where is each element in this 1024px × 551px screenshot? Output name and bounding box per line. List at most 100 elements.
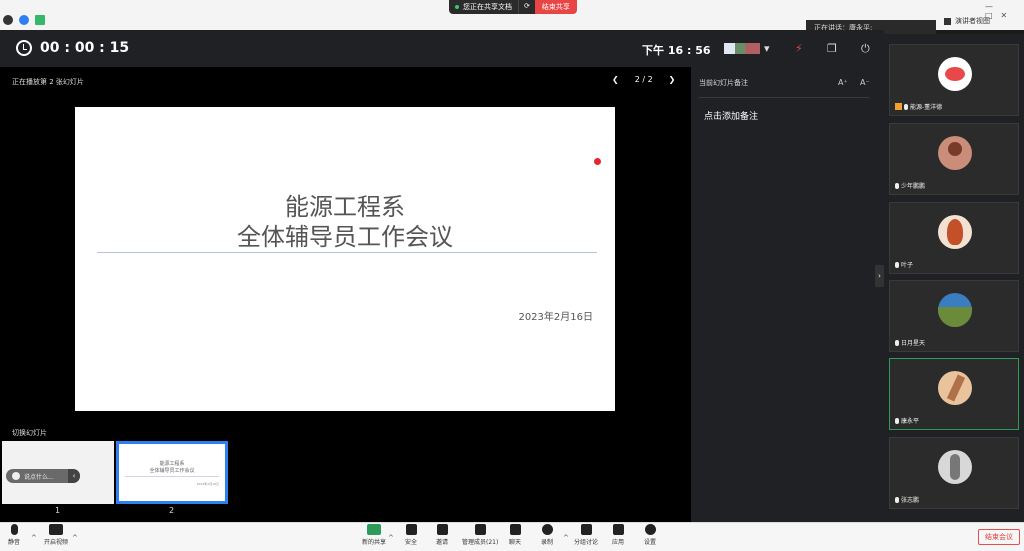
mic-muted-icon: [895, 182, 899, 189]
slide-divider: [97, 252, 597, 253]
shield-icon[interactable]: [19, 15, 29, 25]
breakout-icon: [580, 524, 592, 535]
thumb-number-1: 1: [55, 506, 61, 515]
record-icon: [541, 524, 553, 535]
invite-button[interactable]: 邀请: [436, 524, 448, 546]
participant-name: 能源-董洋德: [910, 104, 943, 111]
chat-placeholder: 说点什么...: [24, 473, 54, 481]
info-icon[interactable]: [3, 15, 13, 25]
mic-icon: [895, 417, 899, 424]
video-label: 开启视频: [44, 539, 69, 546]
thumb-divider: [125, 476, 219, 477]
members-label: 管理成员(21): [462, 539, 499, 546]
participant-name: 少年鹏鹏: [901, 183, 926, 190]
chat-label: 聊天: [509, 539, 522, 546]
font-increase-button[interactable]: A⁺: [838, 78, 848, 87]
gear-icon: [644, 524, 656, 535]
laser-pointer-icon[interactable]: ⚡: [795, 42, 803, 55]
next-slide-button[interactable]: ❯: [669, 75, 676, 84]
grid-icon: [944, 17, 951, 25]
emoji-icon[interactable]: [12, 472, 20, 480]
chevron-down-icon[interactable]: ▾: [764, 42, 770, 55]
video-off-icon: [49, 524, 63, 535]
power-icon[interactable]: ⏻: [861, 42, 870, 56]
add-notes-button[interactable]: 点击添加备注: [704, 109, 758, 122]
security-label: 安全: [405, 539, 418, 546]
chevron-up-icon[interactable]: ^: [563, 534, 569, 542]
participant-tile[interactable]: 能源-董洋德: [889, 44, 1019, 116]
prev-slide-button[interactable]: ❮: [612, 75, 619, 84]
new-share-button[interactable]: 新的共享: [362, 524, 386, 546]
layout-thumbnail[interactable]: [724, 43, 760, 54]
thumb-number-2: 2: [169, 506, 175, 515]
current-slide[interactable]: 能源工程系 全体辅导员工作会议 2023年2月16日: [75, 107, 615, 411]
breakout-label: 分组讨论: [574, 539, 599, 546]
notes-pane: [691, 67, 884, 522]
window-controls[interactable]: —□✕: [985, 2, 1024, 20]
signal-icon[interactable]: [35, 15, 45, 25]
participant-tile[interactable]: 张志鹏: [889, 437, 1019, 509]
thumb-date: 2023年2月16日: [196, 482, 219, 486]
avatar: [938, 293, 972, 327]
mic-icon: [10, 524, 18, 535]
slide-thumbnail-2[interactable]: 能源工程系 全体辅导员工作会议 2023年2月16日: [116, 441, 228, 504]
apps-icon: [612, 524, 624, 535]
avatar: [938, 57, 972, 91]
mic-muted-icon: [895, 339, 899, 346]
manage-members-button[interactable]: 管理成员(21): [462, 524, 498, 546]
share-label: 新的共享: [362, 539, 387, 546]
apps-button[interactable]: 应用: [612, 524, 624, 546]
elapsed-timer: 00 : 00 : 15: [40, 40, 130, 56]
participant-name: 叶子: [901, 262, 914, 269]
slide-title-line2: 全体辅导员工作会议: [237, 223, 453, 251]
participant-name: 日月星天: [901, 340, 926, 347]
collapse-panel-button[interactable]: ›: [875, 265, 884, 287]
share-status-bar: 您正在共享文档 ⟳ 结束共享: [449, 0, 577, 14]
view-mode-button[interactable]: 演讲者视图: [944, 16, 990, 26]
pager-text: 2 / 2: [634, 75, 653, 84]
participant-tile[interactable]: 叶子: [889, 202, 1019, 274]
mic-muted-icon: [895, 496, 899, 503]
settings-button[interactable]: 设置: [644, 524, 656, 546]
record-label: 录制: [541, 539, 554, 546]
avatar: [938, 371, 972, 405]
host-badge-icon: [895, 103, 902, 110]
live-dot-icon: [455, 5, 459, 9]
settings-label: 设置: [644, 539, 657, 546]
end-share-button[interactable]: 结束共享: [534, 0, 577, 14]
invite-label: 邀请: [436, 539, 449, 546]
notes-title: 当前幻灯片备注: [699, 79, 748, 87]
switch-slides-label: 切换幻灯片: [12, 429, 47, 437]
chat-button[interactable]: 聊天: [509, 524, 521, 546]
participant-tile[interactable]: 少年鹏鹏: [889, 123, 1019, 195]
refresh-icon[interactable]: ⟳: [518, 0, 535, 14]
slide-date: 2023年2月16日: [518, 312, 593, 323]
chevron-up-icon[interactable]: ^: [31, 534, 37, 542]
participant-tile-speaking[interactable]: 康永平: [889, 358, 1019, 430]
chevron-up-icon[interactable]: ^: [388, 534, 394, 542]
timer-icon: [16, 40, 32, 56]
security-button[interactable]: 安全: [405, 524, 417, 546]
clock-display: 下午 16 : 56: [642, 44, 711, 57]
breakout-button[interactable]: 分组讨论: [574, 524, 598, 546]
mic-icon: [904, 103, 908, 110]
avatar: [938, 450, 972, 484]
avatar: [938, 215, 972, 249]
now-playing-label: 正在播放第 2 张幻灯片: [12, 78, 84, 86]
end-meeting-button[interactable]: 结束会议: [978, 529, 1020, 545]
chevron-up-icon[interactable]: ^: [72, 534, 78, 542]
video-button[interactable]: 开启视频: [44, 524, 68, 546]
thumb-title-line2: 全体辅导员工作会议: [149, 468, 195, 474]
font-decrease-button[interactable]: A⁻: [860, 78, 870, 87]
notes-divider: [699, 97, 869, 98]
participant-tile[interactable]: 日月星天: [889, 280, 1019, 352]
screen-share-icon: [367, 524, 381, 535]
record-button[interactable]: 录制: [541, 524, 553, 546]
mute-button[interactable]: 静音: [8, 524, 20, 546]
slide-pager: ❮ 2 / 2 ❯: [612, 75, 675, 84]
add-user-icon: [436, 524, 448, 535]
share-status-text: 您正在共享文档: [463, 3, 512, 11]
window-icon[interactable]: ❐: [827, 42, 837, 55]
chat-icon: [509, 524, 521, 535]
laser-dot-icon: [594, 158, 601, 165]
